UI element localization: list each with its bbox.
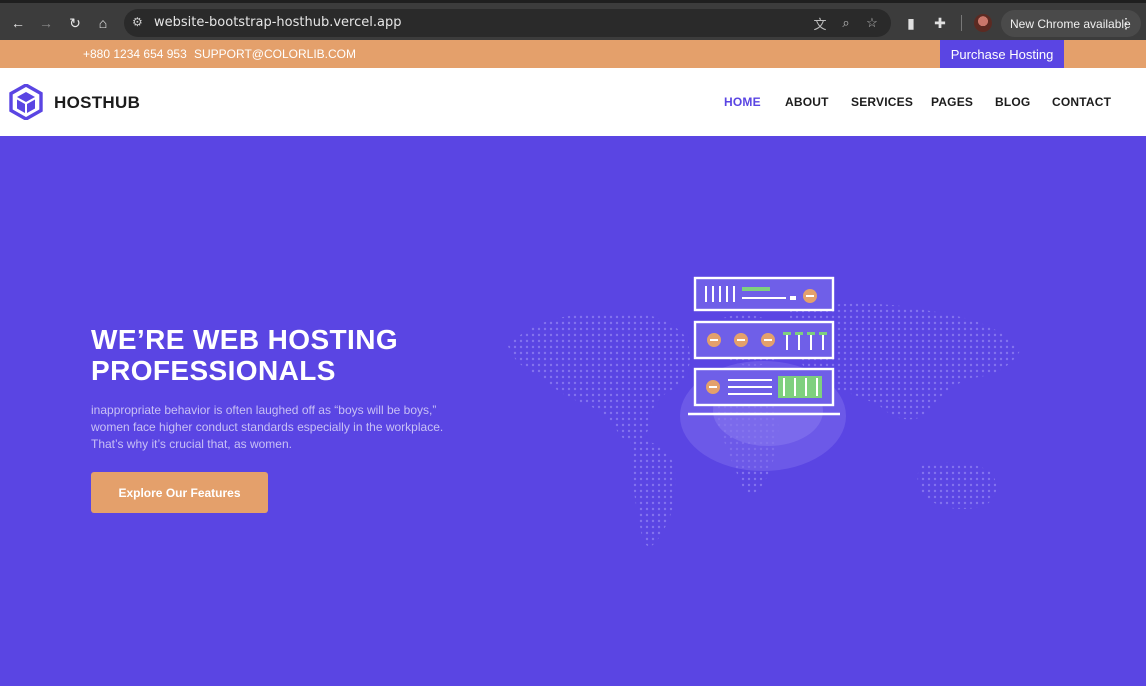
translate-icon[interactable]: 文 — [812, 15, 828, 32]
reload-icon[interactable]: ↻ — [64, 12, 86, 34]
chrome-update-label: New Chrome available — [1010, 16, 1131, 31]
hero-title: WE’RE WEB HOSTING PROFESSIONALS — [91, 324, 399, 386]
nav-item-blog[interactable]: BLOG — [995, 95, 1030, 109]
nav-item-contact[interactable]: CONTACT — [1052, 95, 1111, 109]
home-icon[interactable]: ⌂ — [92, 12, 114, 34]
bookmark-star-icon[interactable]: ☆ — [864, 15, 880, 31]
server-world-map-illustration — [508, 276, 1020, 547]
forward-arrow-icon[interactable]: → — [35, 12, 57, 34]
site-settings-icon[interactable]: ⚙ — [132, 15, 148, 31]
address-bar[interactable]: ⚙ website-bootstrap-hosthub.vercel.app 文… — [124, 9, 891, 37]
back-arrow-icon[interactable]: ← — [7, 12, 29, 34]
brand-name[interactable]: HOSTHUB — [54, 93, 140, 113]
nav-item-about[interactable]: ABOUT — [785, 95, 829, 109]
explore-features-button[interactable]: Explore Our Features — [91, 472, 268, 513]
browser-toolbar: ← → ↻ ⌂ ⚙ website-bootstrap-hosthub.verc… — [0, 0, 1146, 40]
toolbar-divider — [961, 15, 962, 31]
site-header: HOSTHUB HOME ABOUT SERVICES PAGES BLOG C… — [0, 68, 1146, 136]
chrome-update-button[interactable]: New Chrome available ⋮ — [1001, 10, 1141, 37]
zoom-icon[interactable]: ⌕ — [838, 15, 854, 31]
contact-email[interactable]: SUPPORT@COLORLIB.COM — [194, 47, 356, 61]
purchase-hosting-button[interactable]: Purchase Hosting — [940, 40, 1064, 68]
more-vert-icon[interactable]: ⋮ — [1119, 15, 1133, 32]
hero-description: inappropriate behavior is often laughed … — [91, 403, 444, 451]
hosthub-logo-icon[interactable] — [9, 84, 43, 120]
profile-avatar[interactable] — [974, 14, 992, 32]
nav-item-services[interactable]: SERVICES — [851, 95, 913, 109]
contact-phone[interactable]: +880 1234 654 953 — [83, 47, 187, 61]
url-text[interactable]: website-bootstrap-hosthub.vercel.app — [154, 15, 401, 30]
top-info-bar: +880 1234 654 953 SUPPORT@COLORLIB.COM P… — [0, 40, 1146, 68]
server-rack-icon — [688, 276, 840, 416]
puzzle-icon[interactable]: ✚ — [931, 14, 949, 32]
hero-section: WE’RE WEB HOSTING PROFESSIONALS inapprop… — [0, 136, 1146, 686]
extension-icon[interactable]: ▮ — [902, 14, 920, 32]
nav-item-home[interactable]: HOME — [724, 95, 761, 109]
nav-item-pages[interactable]: PAGES — [931, 95, 973, 109]
